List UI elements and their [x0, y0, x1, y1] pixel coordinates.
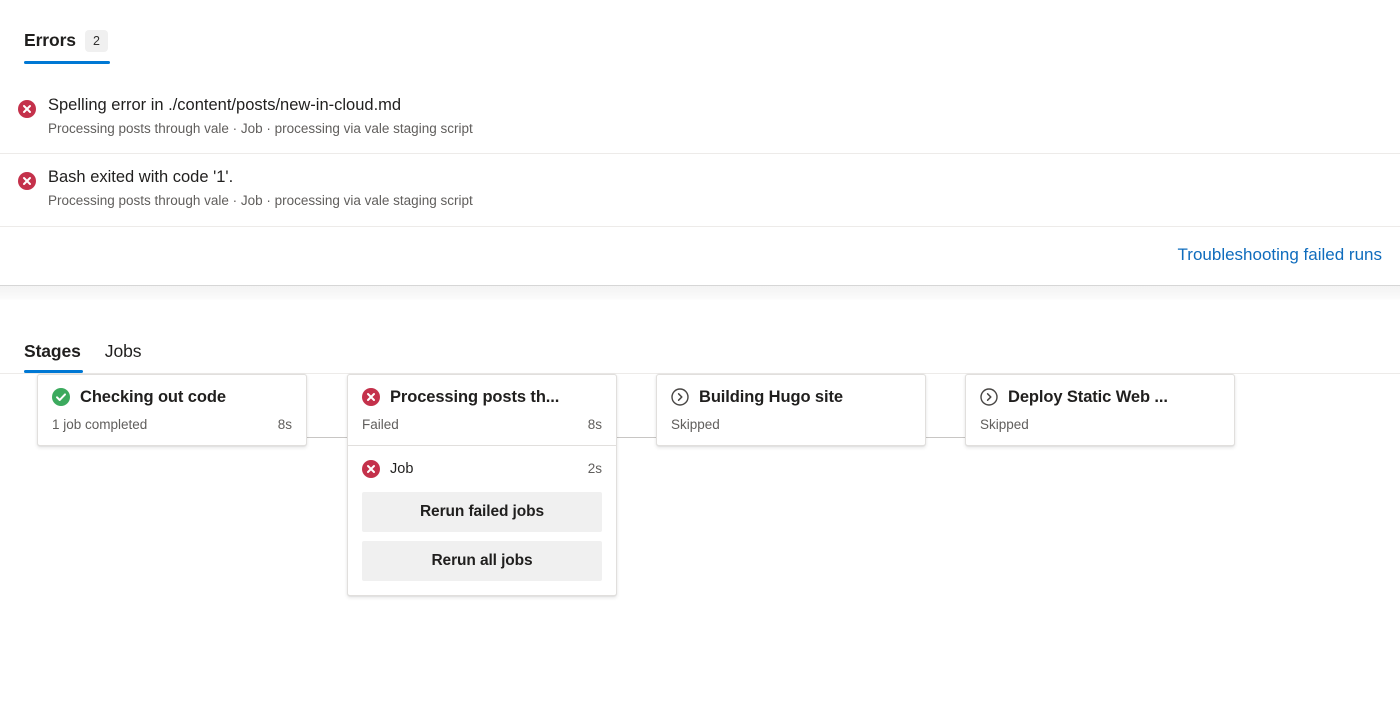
stage-card-deploy-static-web[interactable]: Deploy Static Web ... Skipped	[965, 373, 1235, 446]
stage-status: 1 job completed	[52, 416, 148, 432]
success-check-icon	[52, 388, 70, 407]
stage-title-row: Building Hugo site	[671, 388, 911, 407]
error-circle-icon	[18, 172, 36, 191]
stages-canvas: Checking out code 1 job completed 8s Pro…	[0, 373, 1400, 704]
section-separator	[0, 284, 1400, 307]
stage-status: Skipped	[980, 416, 1029, 432]
skipped-chevron-icon	[980, 388, 998, 406]
error-texts: Bash exited with code '1'. Processing po…	[48, 166, 473, 211]
stage-title: Checking out code	[80, 387, 226, 406]
stage-title: Deploy Static Web ...	[1008, 387, 1168, 406]
stage-duration: 8s	[277, 416, 292, 432]
error-texts: Spelling error in ./content/posts/new-in…	[48, 94, 473, 139]
stage-meta: Skipped	[980, 407, 1220, 445]
rerun-button-stack: Rerun failed jobs Rerun all jobs	[348, 491, 616, 595]
stage-meta: Skipped	[671, 407, 911, 445]
stages-panel: Stages Jobs Checking out code 1 job comp…	[0, 306, 1400, 704]
stage-status: Skipped	[671, 416, 720, 432]
error-subtitle: Processing posts through vale · Job · pr…	[48, 121, 473, 137]
troubleshooting-failed-runs-link[interactable]: Troubleshooting failed runs	[1178, 245, 1382, 265]
troubleshoot-row: Troubleshooting failed runs	[0, 227, 1400, 285]
errors-tab-label: Errors	[24, 30, 76, 51]
stages-tabbar: Stages Jobs	[0, 307, 1400, 374]
error-list: Spelling error in ./content/posts/new-in…	[0, 82, 1400, 227]
skipped-chevron-icon	[671, 388, 689, 406]
stage-title: Building Hugo site	[699, 387, 843, 406]
error-circle-icon	[362, 388, 380, 407]
stage-card-building-hugo-site[interactable]: Building Hugo site Skipped	[656, 373, 926, 446]
stage-connector	[926, 436, 965, 438]
error-title: Bash exited with code '1'.	[48, 168, 234, 187]
stage-header: Deploy Static Web ... Skipped	[966, 375, 1234, 445]
stage-duration: 8s	[587, 416, 602, 432]
rerun-all-jobs-button[interactable]: Rerun all jobs	[362, 540, 602, 581]
errors-panel: Errors 2 Spelling error in ./content/pos…	[0, 0, 1400, 285]
stage-connector	[616, 436, 656, 438]
tab-jobs[interactable]: Jobs	[105, 341, 144, 373]
stage-meta: Failed 8s	[362, 407, 602, 445]
error-circle-icon	[362, 459, 380, 478]
stage-header: Processing posts th... Failed 8s	[348, 375, 616, 445]
error-subtitle: Processing posts through vale · Job · pr…	[48, 193, 473, 209]
errors-tabbar: Errors 2	[0, 22, 1400, 64]
tab-jobs-label: Jobs	[104, 340, 142, 361]
error-row[interactable]: Spelling error in ./content/posts/new-in…	[0, 82, 1400, 155]
stage-title-row: Checking out code	[52, 388, 292, 407]
stage-title: Processing posts th...	[390, 387, 560, 406]
stage-card-checking-out-code[interactable]: Checking out code 1 job completed 8s	[37, 373, 307, 446]
job-name: Job	[390, 460, 414, 477]
active-tab-underline	[24, 369, 83, 373]
error-title: Spelling error in ./content/posts/new-in…	[48, 96, 402, 114]
error-circle-icon	[18, 100, 36, 118]
tab-stages[interactable]: Stages	[24, 341, 83, 373]
rerun-failed-jobs-button[interactable]: Rerun failed jobs	[362, 491, 602, 532]
tab-errors[interactable]: Errors 2	[24, 29, 110, 64]
stage-connector	[307, 436, 347, 438]
job-duration: 2s	[587, 461, 602, 477]
tab-stages-label: Stages	[24, 340, 81, 361]
error-row[interactable]: Bash exited with code '1'. Processing po…	[0, 154, 1400, 227]
job-row[interactable]: Job 2s	[348, 446, 616, 492]
stage-title-row: Deploy Static Web ...	[980, 388, 1220, 407]
stage-header: Checking out code 1 job completed 8s	[38, 375, 306, 445]
stage-title-row: Processing posts th...	[362, 388, 602, 407]
stage-header: Building Hugo site Skipped	[657, 375, 925, 445]
stage-card-processing-posts[interactable]: Processing posts th... Failed 8s Job 2s	[347, 373, 617, 596]
stage-meta: 1 job completed 8s	[52, 407, 292, 445]
errors-count-badge: 2	[84, 29, 108, 52]
active-tab-underline	[24, 61, 110, 64]
stage-status: Failed	[362, 416, 399, 432]
